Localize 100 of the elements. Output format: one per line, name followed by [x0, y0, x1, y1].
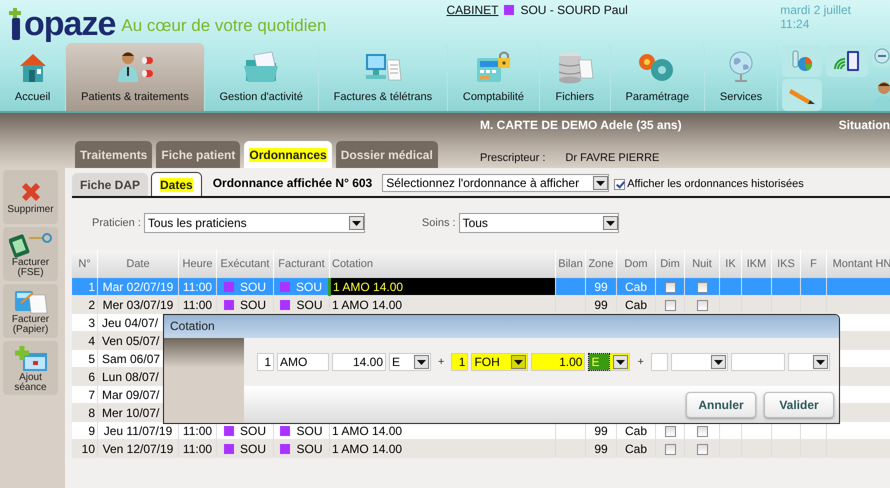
logo-cross-icon: [6, 8, 24, 40]
select-field[interactable]: [670, 353, 728, 371]
table-cell: 99: [594, 298, 608, 312]
logo-text: opaze: [24, 8, 116, 40]
cabinet-link[interactable]: CABINET: [446, 3, 498, 17]
subtab[interactable]: Fiche DAP: [72, 173, 148, 196]
calendar-plus-icon: [12, 343, 48, 373]
signal-tablet-icon: [832, 49, 862, 73]
dialog-button[interactable]: Valider: [764, 392, 834, 418]
table-cell: 11:00: [182, 280, 212, 294]
prescriber-label: Prescripteur :: [480, 152, 546, 164]
table-cell: Mer 03/07/19: [102, 298, 174, 312]
prescription-title: Ordonnance affichée N° 603: [212, 176, 372, 190]
table-cell: SOU: [240, 298, 266, 312]
plus-sign: +: [437, 356, 446, 368]
column-header: Cotation: [330, 250, 556, 278]
dialog-title: Cotation: [164, 315, 839, 338]
checkbox[interactable]: [696, 426, 708, 437]
caret-icon: [417, 360, 426, 364]
user-label: SOU - SOURD Paul: [520, 3, 628, 17]
table-cell: Cab: [624, 424, 647, 438]
checkbox[interactable]: [696, 300, 708, 311]
prescription-select[interactable]: Sélectionnez l'ordonnance à afficher: [382, 174, 610, 192]
table-cell: 1: [88, 280, 95, 294]
input-field[interactable]: 14.00: [332, 353, 386, 371]
table-cell: 11:00: [182, 424, 212, 438]
nav-item[interactable]: Comptabilité: [448, 43, 540, 111]
column-header: F: [800, 250, 826, 278]
sidebar-button[interactable]: Facturer (FSE): [3, 227, 58, 281]
input-field[interactable]: AMO: [277, 353, 329, 371]
table-cell: 11:00: [182, 298, 212, 312]
table-cell: Cab: [624, 298, 647, 312]
table-cell: 8: [88, 406, 95, 420]
input-field[interactable]: 1.00: [531, 353, 586, 371]
table-cell: Jeu 11/07/19: [104, 424, 172, 438]
history-checkbox-label: Afficher les ordonnances historisées: [627, 178, 804, 190]
table-cell: 99: [594, 424, 608, 438]
nav-item[interactable]: Fichiers: [540, 43, 611, 111]
input-field[interactable]: 1: [451, 353, 468, 371]
table-cell: SOU: [296, 442, 322, 456]
nav-item[interactable]: Patients & traitements: [66, 43, 205, 111]
input-field[interactable]: [730, 353, 785, 371]
caret-icon: [606, 220, 615, 226]
calculator-lock-icon: [474, 50, 512, 84]
nav-item[interactable]: Services: [705, 43, 778, 111]
column-header: Bilan: [556, 250, 586, 278]
table-cell: Lun 08/07/: [102, 370, 159, 384]
column-header: Nuit: [684, 250, 720, 278]
table-row[interactable]: 10 Ven 12/07/19 11:00 SOU SOU 1 AMO 14.00 99 Cab: [72, 440, 890, 458]
column-header: N°: [72, 250, 98, 278]
checkbox[interactable]: [664, 300, 676, 311]
table-cell[interactable]: 1 AMO 14.00: [330, 278, 556, 296]
filter-select[interactable]: Tous les praticiens: [144, 213, 365, 233]
column-header: Exécutant: [216, 250, 274, 278]
history-checkbox[interactable]: [614, 178, 626, 190]
select-field[interactable]: E: [389, 353, 431, 371]
input-field[interactable]: [650, 353, 668, 371]
tab[interactable]: Traitements: [75, 141, 152, 168]
table-cell: Mar 09/07/: [102, 388, 160, 402]
date-time: mardi 2 juillet 11:24: [779, 3, 852, 31]
table-cell: 9: [88, 424, 95, 438]
table-cell: Mer 10/07/: [102, 406, 160, 420]
nav-item[interactable]: Gestion d'activité: [204, 43, 319, 111]
sidebar-button[interactable]: Supprimer: [3, 170, 58, 224]
tab[interactable]: Ordonnances: [244, 141, 332, 168]
checkbox[interactable]: [664, 426, 676, 437]
filter-select[interactable]: Tous: [458, 213, 619, 233]
sidebar-button[interactable]: Facturer (Papier): [3, 284, 58, 338]
input-field[interactable]: 1: [257, 353, 274, 371]
subtab[interactable]: Dates: [151, 172, 202, 196]
checkbox[interactable]: [696, 282, 708, 293]
select-field[interactable]: FOH: [471, 353, 528, 371]
table-row[interactable]: 1 Mar 02/07/19 11:00 SOU SOU 1 AMO 14.00 99 Cab: [72, 278, 890, 296]
checkbox[interactable]: [664, 444, 676, 455]
toolbar-button[interactable]: [826, 45, 868, 77]
table-cell: Sam 06/07: [102, 352, 160, 366]
tab[interactable]: Dossier médical: [336, 141, 438, 168]
tab[interactable]: Fiche patient: [156, 141, 240, 168]
table-cell: 4: [88, 334, 95, 348]
nav-item[interactable]: Paramétrage: [610, 43, 706, 111]
nav-item[interactable]: Factures & télétrans: [318, 43, 448, 111]
table-cell: SOU: [240, 280, 266, 294]
table-row[interactable]: 2 Mer 03/07/19 11:00 SOU SOU 1 AMO 14.00 99 Cab: [72, 296, 890, 314]
select-field[interactable]: [788, 353, 830, 371]
plus-sign: +: [636, 356, 645, 368]
sidebar-button[interactable]: Ajout séance: [3, 341, 58, 395]
column-header: Zone: [586, 250, 616, 278]
table-cell: 1 AMO 14.00: [332, 442, 402, 456]
card-terminal-key-icon: [8, 230, 52, 258]
nav-item[interactable]: Accueil: [0, 43, 66, 111]
checkbox[interactable]: [696, 444, 708, 455]
table-cell: 6: [88, 370, 95, 384]
checkbox[interactable]: [664, 282, 676, 293]
table-cell: SOU: [240, 424, 266, 438]
table-cell: SOU: [296, 280, 322, 294]
table-cell: Cab: [624, 442, 647, 456]
caret-icon: [616, 360, 626, 364]
table-cell: 10: [82, 442, 95, 456]
tagline: Au cœur de votre quotidien: [121, 16, 328, 36]
dialog-button[interactable]: Annuler: [686, 392, 756, 418]
